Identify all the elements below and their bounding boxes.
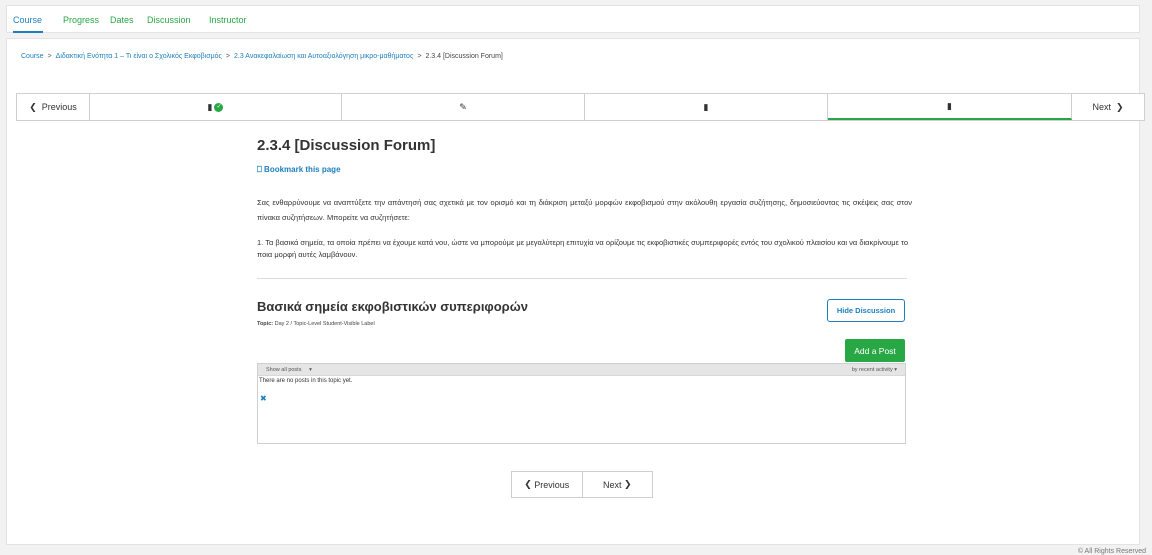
breadcrumb-course[interactable]: Course	[21, 53, 44, 60]
unit-title: 2.3.4 [Discussion Forum]	[257, 137, 436, 154]
show-posts-filter[interactable]: Show all posts ▾	[266, 367, 312, 373]
tab-discussion[interactable]: Discussion	[147, 15, 191, 25]
sequence-item-2[interactable]: ✎	[342, 94, 585, 120]
chevron-down-icon: ▾	[309, 367, 312, 373]
tab-course[interactable]: Course	[13, 15, 42, 25]
book-icon: ▮	[703, 101, 709, 112]
hide-discussion-button[interactable]: Hide Discussion	[827, 299, 905, 322]
book-icon: ▮	[947, 100, 952, 111]
discussion-posts: Show all posts ▾ by recent activity ▾ Th…	[257, 363, 906, 444]
discussion-title: Βασικά σημεία εκφοβιστικών συπεριφορών	[257, 299, 528, 314]
divider	[257, 278, 907, 279]
course-content-panel: Course > Διδακτική Ενότητα 1 – Τι είναι ο …	[6, 38, 1145, 545]
edit-icon: ✎	[459, 101, 467, 112]
posts-toolbar: Show all posts ▾ by recent activity ▾	[258, 364, 905, 376]
sort-posts-select[interactable]: by recent activity ▾	[852, 367, 897, 373]
tab-dates[interactable]: Dates	[110, 15, 134, 25]
sequence-previous-button[interactable]: ❮ Previous	[17, 94, 90, 120]
add-post-button[interactable]: Add a Post	[845, 339, 905, 362]
chevron-left-icon: ❮	[29, 101, 37, 112]
breadcrumb-current: 2.3.4 [Discussion Forum]	[425, 53, 503, 60]
sequence-item-3[interactable]: ▮	[585, 94, 828, 120]
chevron-right-icon: ❯	[623, 479, 632, 489]
book-icon: ▮	[207, 101, 213, 112]
chevron-left-icon: ❮	[524, 479, 532, 489]
discussion-point-item: 1. Τα βασικά σημεία, τα οποία πρέπει να …	[257, 238, 908, 259]
bottom-previous-button[interactable]: ❮ Previous	[512, 472, 583, 497]
active-tab-indicator	[13, 31, 43, 33]
sequence-next-button[interactable]: Next ❯	[1072, 94, 1144, 120]
breadcrumb-section[interactable]: Διδακτική Ενότητα 1 – Τι είναι ο Σχολικό…	[56, 53, 222, 60]
chevron-right-icon: ❯	[1115, 101, 1124, 112]
footer-copyright: © All Rights Reserved	[1077, 548, 1146, 555]
bottom-pager: ❮ Previous Next ❯	[511, 471, 653, 498]
breadcrumb: Course > Διδακτική Ενότητα 1 – Τι είναι ο …	[21, 53, 503, 60]
sequence-item-4[interactable]: ▮	[828, 94, 1072, 120]
tab-instructor[interactable]: Instructor	[209, 15, 247, 25]
bottom-next-button[interactable]: Next ❯	[583, 472, 653, 497]
discussion-topic: Topic: Day 2 / Topic-Level Student-Visib…	[257, 321, 375, 327]
check-circle-icon: ✓	[214, 102, 224, 112]
tab-progress[interactable]: Progress	[63, 15, 99, 25]
course-tabs: Course Progress Dates Discussion Instruc…	[6, 5, 1140, 33]
close-icon[interactable]: ✖	[260, 394, 267, 403]
sequence-item-1[interactable]: ▮ ✓	[90, 94, 342, 120]
empty-posts-message: There are no posts in this topic yet.	[259, 378, 353, 384]
bookmark-button[interactable]: ⎕ Bookmark this page	[257, 165, 341, 175]
breadcrumb-subsection[interactable]: 2.3 Ανακεφαλαίωση και Αυτοαξιολόγηση μικ…	[234, 53, 413, 60]
unit-intro-text: Σας ενθαρρύνουμε να αναπτύξετε την απάντ…	[257, 198, 912, 222]
sequence-nav: ❮ Previous ▮ ✓ ✎ ▮ ▮ Next ❯	[16, 93, 1145, 121]
chevron-down-icon: ▾	[894, 367, 897, 373]
bookmark-icon: ⎕	[257, 165, 262, 174]
